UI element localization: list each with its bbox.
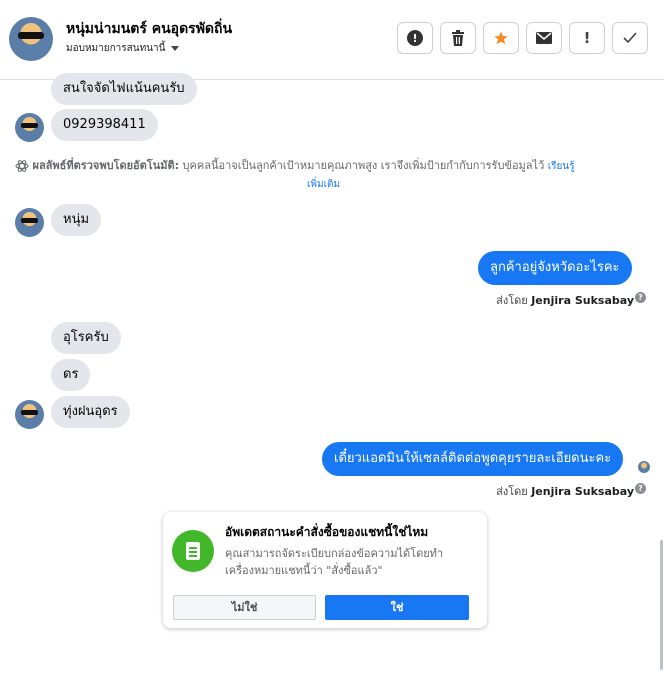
incoming-message[interactable]: หนุ่ม (51, 204, 102, 236)
mark-unread-button[interactable] (526, 22, 562, 54)
star-icon (494, 31, 508, 45)
follow-up-button[interactable]: ! (569, 22, 605, 54)
atom-icon (15, 160, 29, 172)
order-status-card: อัพเดตสถานะคำสั่งซื้อของแชทนี้ใช่ไหม คุณ… (163, 512, 487, 628)
conversation-header: หนุ่มน่ามนตร์ คนอุดรพัดถิ่น มอบหมายการสน… (0, 0, 664, 80)
order-card-description: คุณสามารถจัดระเบียบกล่องข้อความได้โดยทำเ… (225, 547, 444, 577)
yes-button[interactable]: ใช่ (325, 595, 469, 620)
sent-by-label: ส่งโดย Jenjira Suksabay (496, 482, 634, 500)
assign-label: มอบหมายการสนทนานี้ (66, 43, 166, 54)
incoming-message[interactable]: อุโรครับ (51, 322, 121, 354)
incoming-message[interactable]: 0929398411 (51, 109, 158, 141)
sent-by-agent: Jenjira Suksabay (531, 294, 634, 307)
auto-detect-label: ผลลัพธ์ที่ตรวจพบโดยอัตโนมัติ: (32, 159, 180, 172)
message-thread[interactable]: สนใจจัดไฟแน้นคนรับ 0929398411 ผลลัพธ์ที่… (0, 73, 664, 679)
contact-avatar[interactable] (9, 17, 53, 61)
contact-avatar-small (15, 113, 44, 142)
spam-button[interactable]: ! (397, 22, 433, 54)
learn-more-link[interactable]: เรียนรู้ (548, 161, 575, 172)
receipt-icon (172, 530, 214, 572)
assign-conversation-dropdown[interactable]: มอบหมายการสนทนานี้ (66, 41, 180, 56)
sent-by-agent: Jenjira Suksabay (531, 485, 634, 498)
sent-by-label: ส่งโดย Jenjira Suksabay (496, 291, 634, 309)
scrollbar[interactable] (660, 540, 663, 670)
incoming-message[interactable]: ดร (51, 359, 91, 391)
outgoing-message[interactable]: เดี๋ยวแอดมินให้เซลล์ติดต่อพูดคุยรายละเอี… (322, 442, 624, 476)
star-button[interactable] (483, 22, 519, 54)
learn-more-link-continued[interactable]: เพิ่มเติม (307, 177, 340, 192)
help-icon[interactable]: ? (635, 483, 646, 494)
contact-avatar-small (15, 400, 44, 429)
check-icon (623, 32, 637, 44)
sent-by-prefix: ส่งโดย (496, 294, 528, 307)
mark-done-button[interactable] (612, 22, 648, 54)
incoming-message[interactable]: ทุ่งฝนอุดร (51, 396, 130, 428)
alert-circle-icon: ! (407, 30, 423, 46)
envelope-icon (536, 32, 552, 44)
order-card-title: อัพเดตสถานะคำสั่งซื้อของแชทนี้ใช่ไหม (225, 525, 429, 539)
contact-name[interactable]: หนุ่มน่ามนตร์ คนอุดรพัดถิ่น (66, 18, 232, 40)
outgoing-message[interactable]: ลูกค้าอยู่จังหวัดอะไรคะ (478, 251, 632, 285)
contact-avatar-small (15, 208, 44, 237)
sent-by-prefix: ส่งโดย (496, 485, 528, 498)
trash-icon (452, 30, 464, 46)
delete-button[interactable] (440, 22, 476, 54)
auto-detect-text: บุคคลนี้อาจเป็นลูกค้าเป้าหมายคุณภาพสูง เ… (182, 159, 545, 172)
auto-detect-notice: ผลลัพธ์ที่ตรวจพบโดยอัตโนมัติ: บุคคลนี้อา… (15, 156, 645, 174)
exclamation-icon: ! (583, 29, 591, 47)
caret-down-icon (171, 45, 180, 51)
no-button[interactable]: ไม่ใช่ (173, 595, 316, 620)
incoming-message[interactable]: สนใจจัดไฟแน้นคนรับ (51, 73, 197, 105)
help-icon[interactable]: ? (635, 292, 646, 303)
seen-avatar (638, 461, 650, 473)
